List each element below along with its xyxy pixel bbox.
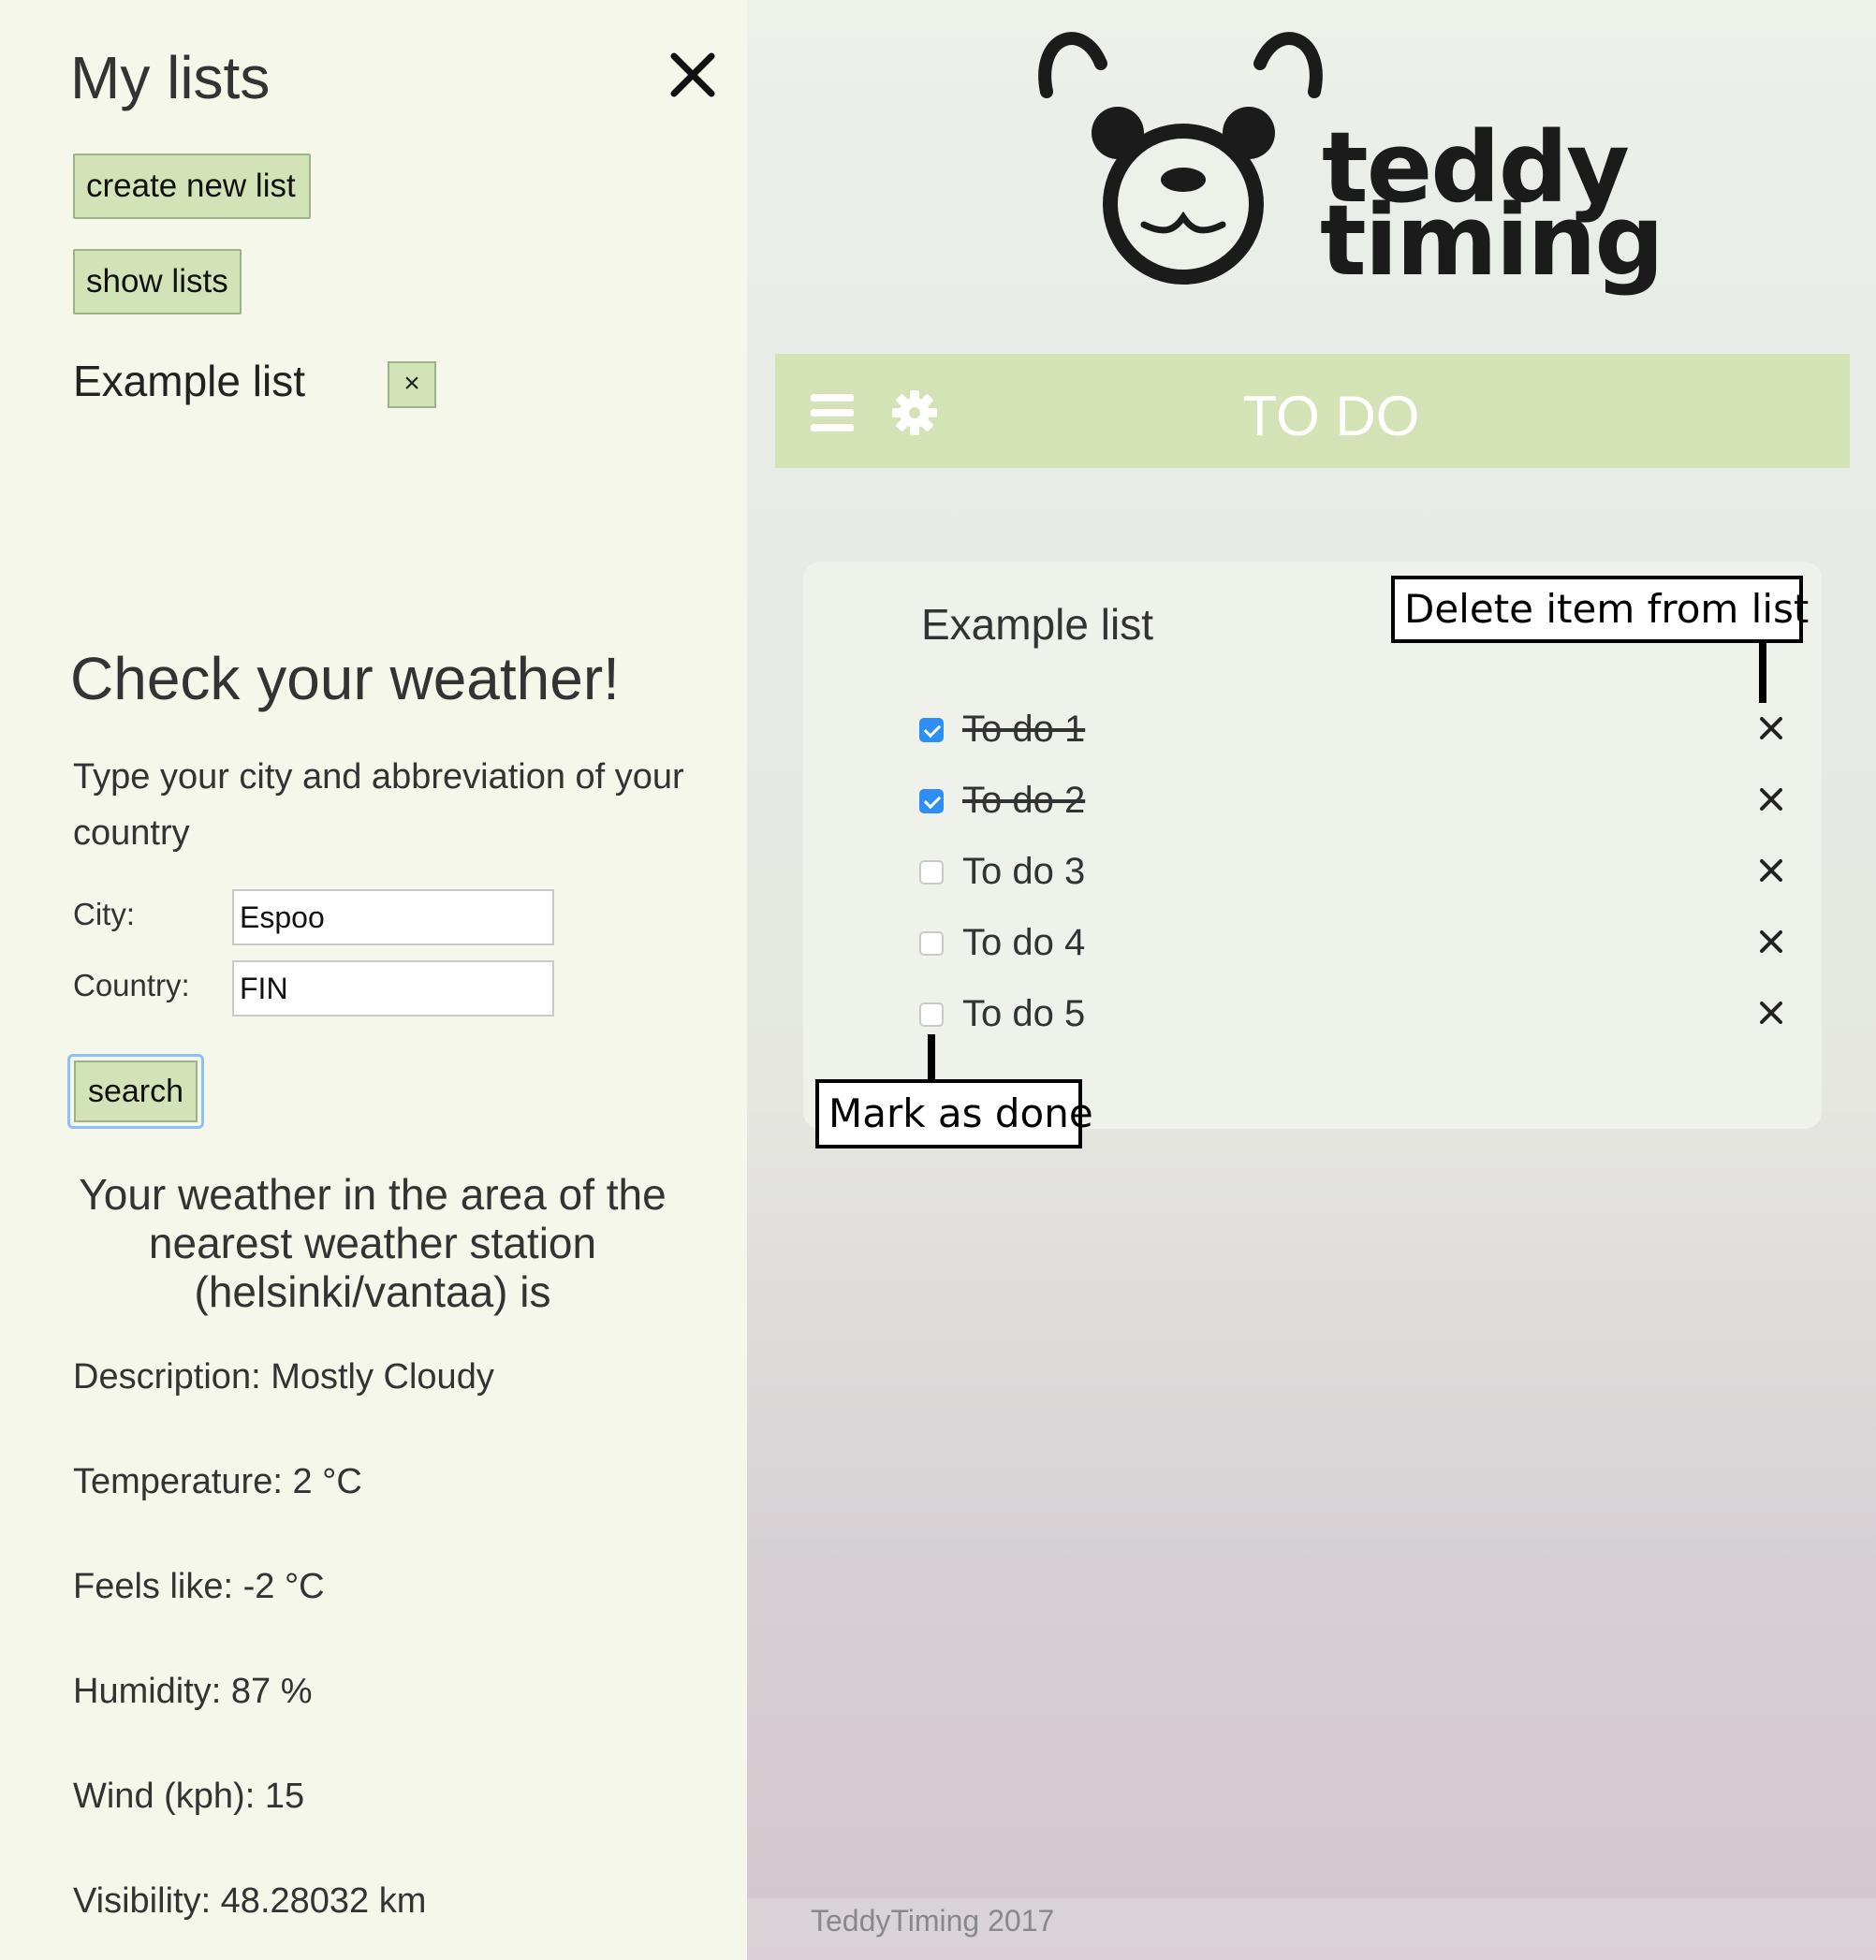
sidebar-list-item[interactable]: Example list — [73, 356, 305, 406]
close-icon[interactable] — [665, 47, 721, 103]
weather-title: Check your weather! — [70, 645, 620, 712]
search-button-label: search — [74, 1060, 198, 1122]
delete-item-annotation: Delete item from list — [1391, 576, 1809, 643]
todo-item: To do 2 — [919, 780, 1782, 832]
page-title: TO DO — [1242, 385, 1420, 447]
weather-temperature: Temperature: 2 °C — [73, 1462, 362, 1501]
todo-item: To do 3 — [919, 851, 1782, 903]
weather-visibility: Visibility: 48.28032 km — [73, 1881, 427, 1921]
delete-list-button[interactable]: × — [388, 361, 436, 408]
todo-label: To do 3 — [962, 851, 1086, 892]
todo-checkbox[interactable] — [919, 789, 944, 813]
city-label: City: — [73, 897, 135, 931]
country-input[interactable] — [232, 960, 554, 1017]
todo-label: To do 5 — [962, 993, 1086, 1034]
city-input[interactable] — [232, 889, 554, 945]
annotation-connector — [928, 1034, 935, 1079]
weather-intro: Type your city and abbreviation of your … — [73, 757, 684, 853]
todo-checkbox[interactable] — [919, 1002, 944, 1027]
country-label: Country: — [73, 968, 190, 1002]
todo-checkbox[interactable] — [919, 860, 944, 885]
annotation-connector — [1759, 643, 1766, 703]
todo-label: To do 2 — [962, 780, 1086, 821]
show-lists-button[interactable]: show lists — [73, 249, 242, 314]
weather-wind: Wind (kph): 15 — [73, 1777, 305, 1816]
weather-humidity: Humidity: 87 % — [73, 1672, 313, 1711]
todo-item: To do 5 — [919, 993, 1782, 1046]
search-button[interactable]: search — [67, 1054, 204, 1129]
brand-wordmark: teddy timing — [1320, 119, 1664, 298]
todo-item: To do 1 — [919, 709, 1782, 761]
delete-item-icon[interactable] — [1757, 785, 1785, 813]
weather-description: Description: Mostly Cloudy — [73, 1357, 494, 1397]
mark-done-annotation: Mark as done — [815, 1079, 1093, 1148]
todo-label: To do 4 — [962, 922, 1086, 963]
delete-item-icon[interactable] — [1757, 928, 1785, 956]
create-new-list-button[interactable]: create new list — [73, 154, 311, 219]
footer-text: TeddyTiming 2017 — [811, 1904, 1055, 1938]
delete-item-icon[interactable] — [1757, 714, 1785, 742]
topbar: TO DO — [775, 354, 1850, 468]
sidebar-title: My lists — [70, 44, 271, 111]
todo-label: To do 1 — [962, 709, 1086, 750]
todo-checkbox[interactable] — [919, 931, 944, 956]
todo-item: To do 4 — [919, 922, 1782, 974]
weather-feels-like: Feels like: -2 °C — [73, 1567, 325, 1606]
list-title: Example list — [921, 600, 1153, 649]
sidebar: My lists create new list show lists Exam… — [0, 0, 747, 1960]
delete-item-icon[interactable] — [1757, 856, 1785, 885]
weather-result-heading: Your weather in the area of the nearest … — [79, 1170, 667, 1316]
brand-line-2: timing — [1320, 183, 1664, 298]
delete-item-icon[interactable] — [1757, 999, 1785, 1027]
todo-checkbox[interactable] — [919, 718, 944, 742]
